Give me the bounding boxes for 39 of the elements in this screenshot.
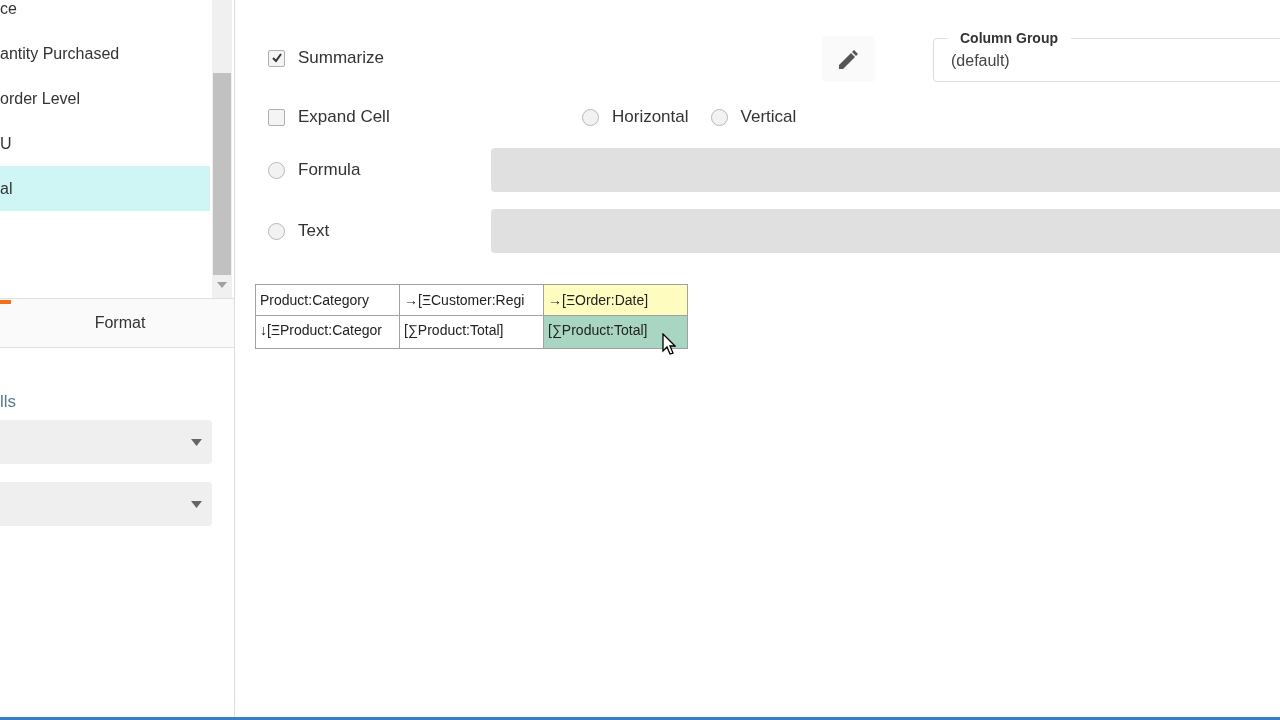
- table-cell[interactable]: →[ΞCustomer:Regi: [399, 284, 544, 316]
- checkbox[interactable]: [268, 108, 285, 126]
- field-list-item[interactable]: antity Purchased: [0, 31, 210, 76]
- option-label: Expand Cell: [298, 106, 391, 129]
- scrollbar[interactable]: [212, 0, 232, 298]
- group-box-value: (default): [951, 51, 1011, 71]
- radio-button[interactable]: [582, 108, 599, 126]
- input-field[interactable]: [491, 209, 1280, 253]
- radio-label: Vertical: [740, 106, 797, 129]
- table-cell[interactable]: [∑Product:Total]: [543, 315, 688, 349]
- table-cell[interactable]: ↓[ΞProduct:Categor: [255, 315, 400, 349]
- table-cell[interactable]: [∑Product:Total]: [399, 315, 544, 349]
- option-label: Text: [298, 220, 331, 243]
- scrollbar-thumb[interactable]: [213, 73, 231, 275]
- radio-button[interactable]: [268, 161, 285, 179]
- dropdown[interactable]: [0, 482, 212, 526]
- checkbox[interactable]: [268, 49, 285, 67]
- field-list-item[interactable]: al: [0, 166, 210, 211]
- dropdown[interactable]: [0, 420, 212, 464]
- radio-label: Horizontal: [612, 106, 689, 129]
- option-label: Summarize: [298, 47, 385, 70]
- edit-button[interactable]: [822, 36, 875, 82]
- field-list-item[interactable]: order Level: [0, 76, 210, 121]
- active-tab-indicator: [0, 300, 11, 304]
- table-cell[interactable]: →[ΞOrder:Date]: [543, 284, 688, 316]
- field-list-item[interactable]: U: [0, 121, 210, 166]
- cursor-icon: [662, 333, 676, 355]
- field-list-item[interactable]: ce: [0, 0, 210, 31]
- input-field[interactable]: [491, 148, 1280, 192]
- radio-button[interactable]: [710, 108, 728, 126]
- pencil-icon: [838, 49, 859, 69]
- table-cell[interactable]: Product:Category: [255, 284, 400, 316]
- group-box-legend: Column Group: [947, 28, 1071, 49]
- radio-button[interactable]: [268, 222, 285, 240]
- option-label: Formula: [298, 159, 362, 182]
- scroll-down-icon[interactable]: [217, 282, 227, 288]
- section-heading: lls: [0, 391, 18, 413]
- dropdown-arrow-icon: [191, 500, 202, 508]
- dropdown-arrow-icon: [191, 438, 202, 446]
